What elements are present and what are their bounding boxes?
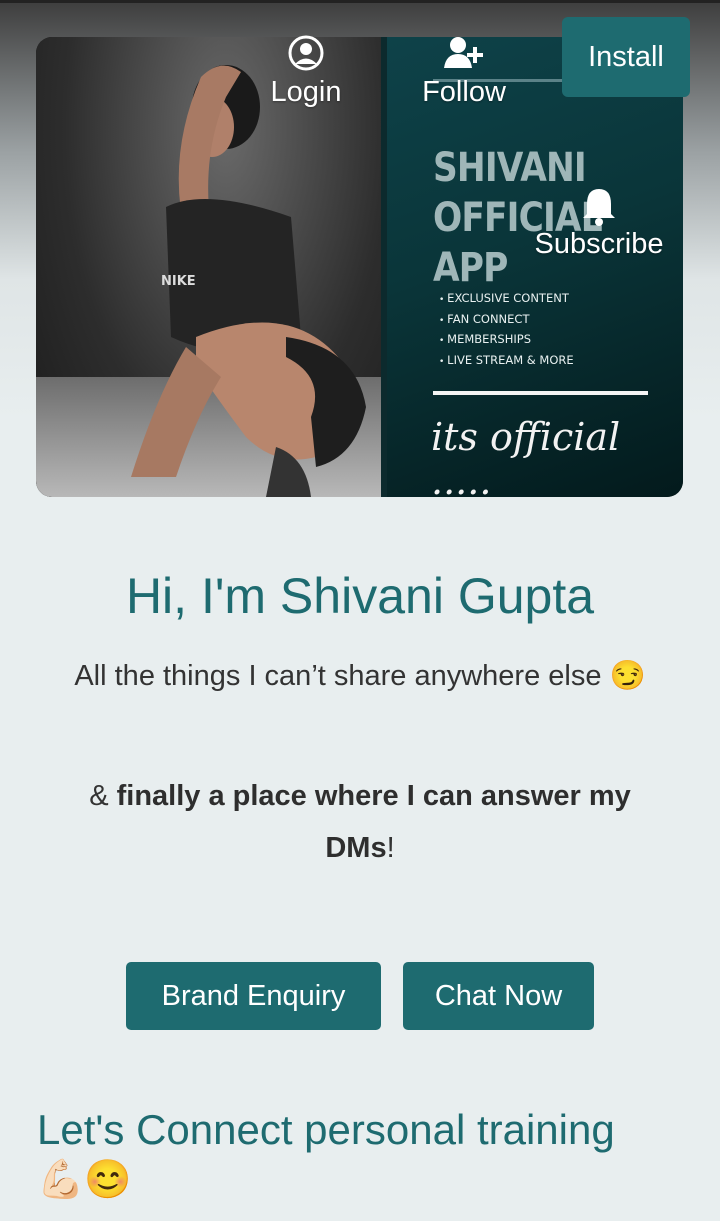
profile-greeting: Hi, I'm Shivani Gupta — [125, 568, 595, 624]
status-divider — [0, 0, 720, 3]
shirt-logo: NIKE — [161, 274, 196, 289]
feature-list: EXCLUSIVE CONTENT FAN CONNECT MEMBERSHIP… — [439, 289, 574, 372]
muscle-smile-emoji-icon: 💪🏻😊 — [37, 1159, 132, 1201]
tagline2-prefix: & — [89, 780, 117, 812]
follow-label: Follow — [422, 76, 506, 108]
feature-item: LIVE STREAM & MORE — [439, 351, 573, 372]
tagline2-suffix: ! — [386, 832, 395, 864]
chat-now-button[interactable]: Chat Now — [403, 962, 594, 1030]
feature-item: EXCLUSIVE CONTENT — [439, 289, 574, 310]
bell-icon — [583, 189, 615, 226]
profile-tagline: All the things I can’t share anywhere el… — [70, 650, 650, 702]
feature-item: FAN CONNECT — [439, 310, 574, 331]
user-plus-icon — [444, 37, 483, 68]
user-circle-icon — [288, 35, 324, 71]
tagline-text: All the things I can’t share anywhere el… — [74, 660, 602, 692]
section-title-text: Let's Connect personal training — [37, 1106, 615, 1153]
tagline2-bold: finally a place where I can answer my DM… — [116, 780, 631, 864]
subscribe-label: Subscribe — [534, 228, 664, 260]
brand-enquiry-button[interactable]: Brand Enquiry — [126, 962, 381, 1030]
login-label: Login — [270, 76, 342, 108]
banner-title-line1: SHIVANI — [433, 145, 587, 191]
subscribe-button[interactable]: Subscribe — [528, 186, 670, 261]
profile-tagline-secondary: & finally a place where I can answer my … — [70, 770, 650, 874]
banner-script-text: its official ..... — [431, 415, 621, 497]
login-button[interactable]: Login — [262, 34, 350, 109]
feature-item: MEMBERSHIPS — [439, 330, 574, 351]
section-title: Let's Connect personal training 💪🏻😊 — [37, 1106, 697, 1204]
divider — [433, 391, 648, 395]
profile-banner: NIKE SHIVANI OFFICIAL APP EXCLUSIVE CONT… — [36, 37, 683, 497]
follow-button[interactable]: Follow — [416, 34, 512, 109]
install-button[interactable]: Install — [562, 17, 690, 97]
smirk-emoji-icon: 😏 — [609, 660, 646, 692]
